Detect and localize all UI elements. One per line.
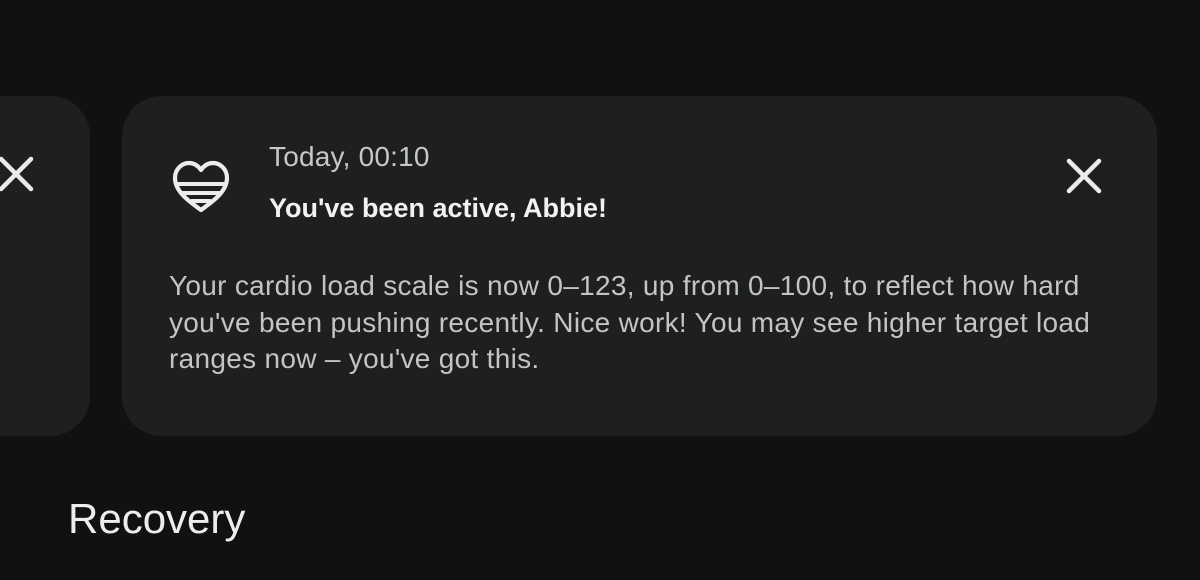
notification-body: Your cardio load scale is now 0–123, up … — [169, 270, 1091, 374]
clipped-text-above — [0, 0, 1200, 6]
notification-timestamp: Today, 00:10 — [269, 141, 430, 172]
previous-notification-card[interactable] — [0, 96, 90, 436]
heart-icon — [172, 160, 230, 213]
recovery-section-heading: Recovery — [68, 495, 246, 542]
notification-title: You've been active, Abbie! — [269, 193, 608, 223]
screen: Today, 00:10 You've been active, Abbie! … — [0, 0, 1200, 580]
close-icon — [1066, 158, 1102, 194]
dismiss-previous-button[interactable] — [0, 152, 38, 196]
dismiss-notification-button[interactable] — [1062, 154, 1106, 198]
close-icon — [0, 156, 34, 192]
